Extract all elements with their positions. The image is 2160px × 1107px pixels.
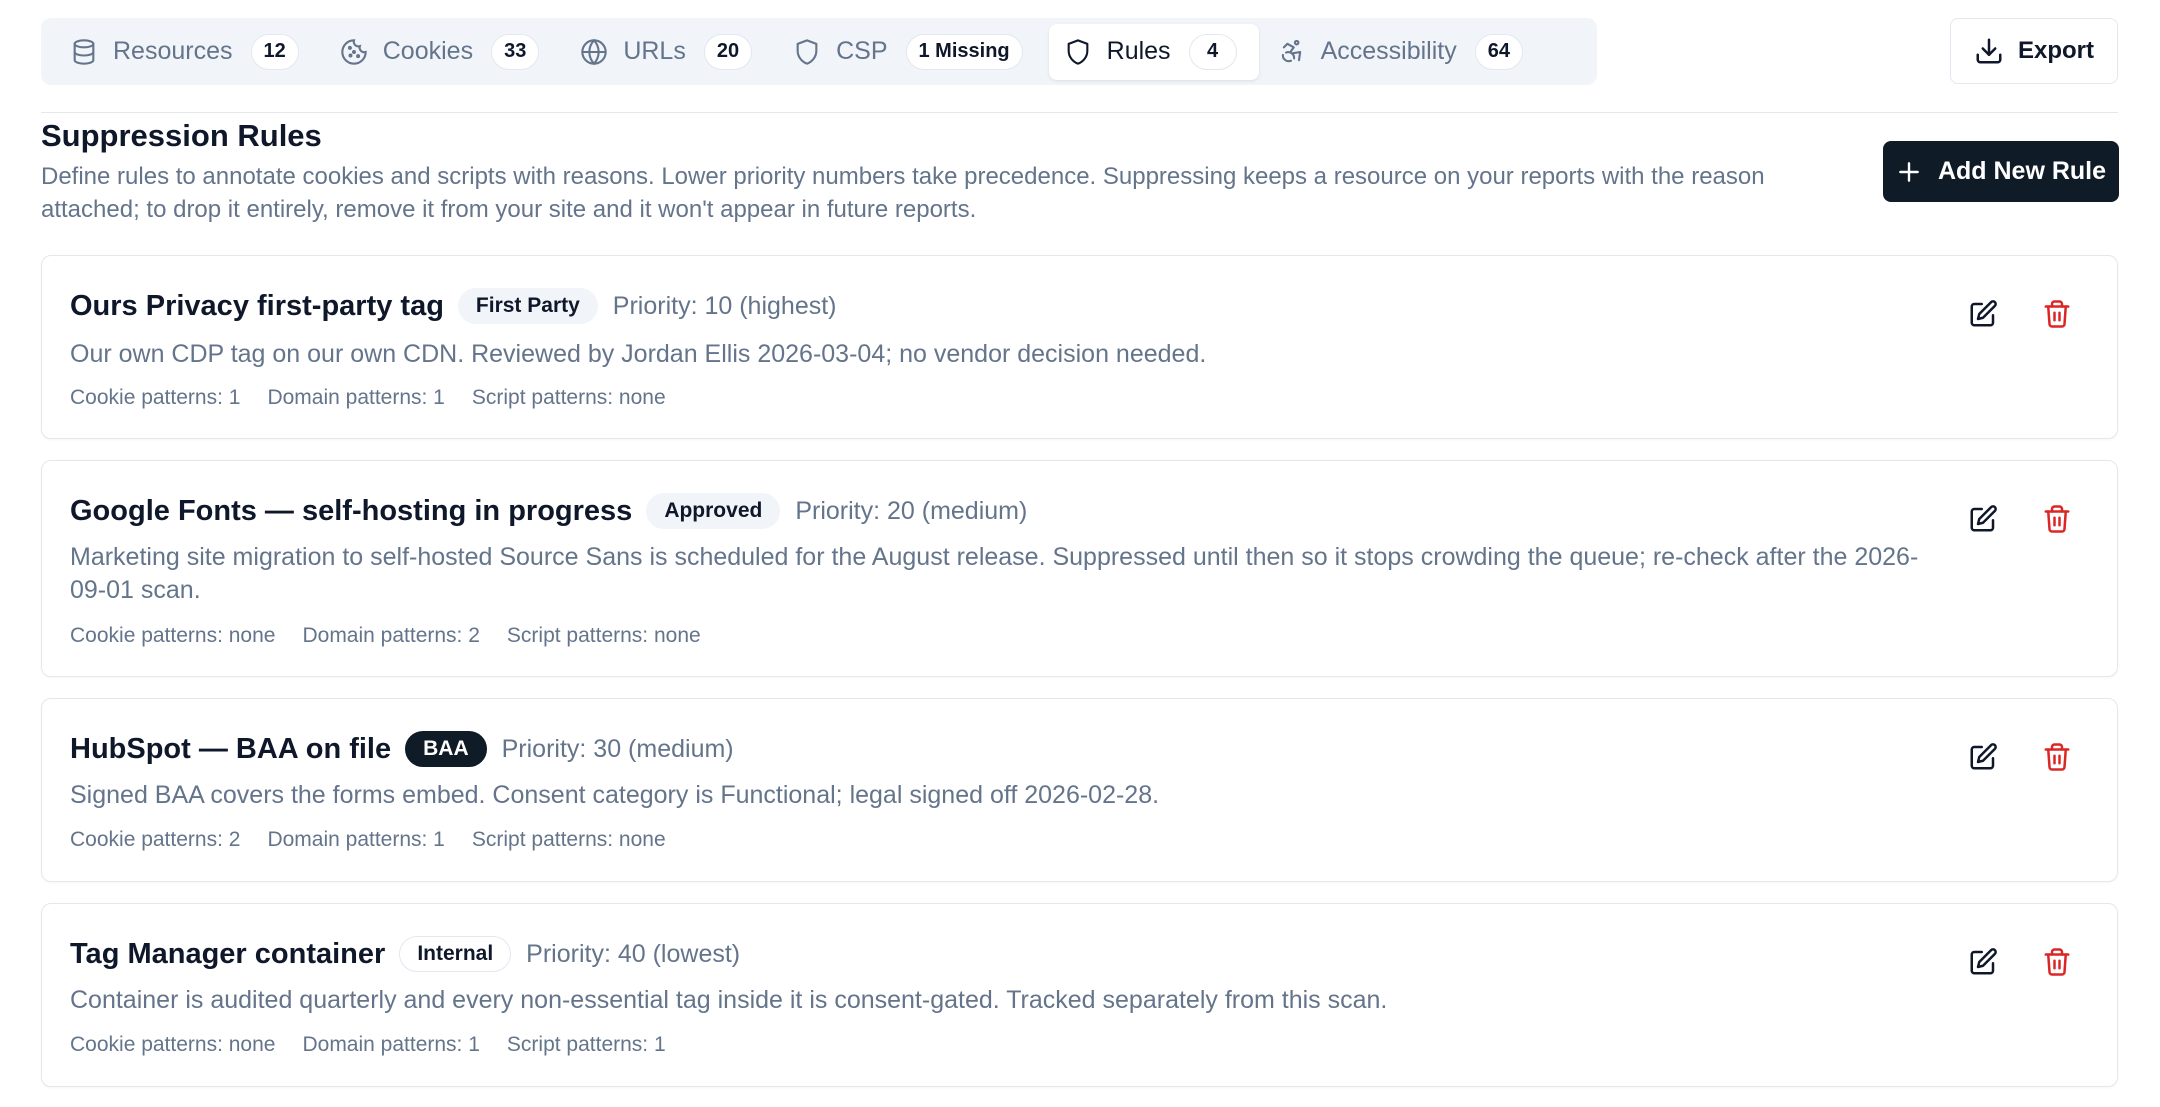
- domain-patterns: Domain patterns: 1: [302, 1033, 480, 1056]
- rule-card: Ours Privacy first-party tag First Party…: [41, 255, 2118, 439]
- add-rule-label: Add New Rule: [1937, 157, 2107, 185]
- edit-rule-button[interactable]: [1965, 296, 2001, 332]
- domain-patterns: Domain patterns: 2: [302, 624, 480, 647]
- domain-patterns: Domain patterns: 1: [267, 386, 445, 409]
- tab-label: URLs: [623, 37, 686, 65]
- rule-pattern-counts: Cookie patterns: 2 Domain patterns: 1 Sc…: [70, 828, 693, 852]
- rule-badge: BAA: [405, 731, 487, 767]
- rule-header: Ours Privacy first-party tag First Party…: [70, 284, 837, 328]
- rule-title: Ours Privacy first-party tag: [70, 289, 444, 322]
- rule-badge: Internal: [399, 936, 512, 972]
- accessibility-icon: [1277, 37, 1307, 67]
- rule-priority: Priority: 30 (medium): [501, 734, 734, 763]
- rule-description: Container is audited quarterly and every…: [70, 986, 1388, 1014]
- edit-icon: [1970, 300, 1997, 327]
- edit-rule-button[interactable]: [1965, 739, 2001, 775]
- rule-badge: First Party: [457, 288, 598, 324]
- globe-icon: [579, 37, 609, 67]
- rule-title: HubSpot — BAA on file: [70, 732, 392, 765]
- rule-description: Marketing site migration to self-hosted …: [70, 543, 1919, 604]
- tab-count-badge: 20: [703, 33, 753, 70]
- tab-count-badge: 1 Missing: [905, 33, 1023, 70]
- trash-icon: [2044, 948, 2070, 976]
- domain-patterns: Domain patterns: 1: [267, 828, 445, 851]
- tab-rules[interactable]: Rules 4: [1048, 23, 1259, 80]
- tab-label: Rules: [1106, 37, 1171, 65]
- tab-count-badge: 33: [491, 33, 540, 70]
- edit-icon: [1970, 948, 1997, 975]
- delete-rule-button[interactable]: [2039, 296, 2075, 332]
- cookie-patterns: Cookie patterns: none: [70, 1033, 276, 1056]
- rule-priority: Priority: 10 (highest): [612, 291, 837, 320]
- edit-icon: [1970, 505, 1997, 532]
- rule-description: Signed BAA covers the forms embed. Conse…: [70, 781, 1160, 809]
- rule-header: Google Fonts — self-hosting in progress …: [70, 489, 1027, 533]
- cookie-patterns: Cookie patterns: 2: [70, 828, 241, 851]
- rule-priority: Priority: 40 (lowest): [526, 939, 741, 968]
- rule-card: Google Fonts — self-hosting in progress …: [41, 460, 2118, 677]
- export-label: Export: [2017, 37, 2094, 64]
- rule-header: HubSpot — BAA on file BAA Priority: 30 (…: [70, 727, 734, 771]
- tab-urls[interactable]: URLs 20: [565, 24, 774, 80]
- database-icon: [69, 37, 99, 67]
- cookie-patterns: Cookie patterns: 1: [70, 386, 241, 409]
- delete-rule-button[interactable]: [2039, 501, 2075, 537]
- script-patterns: Script patterns: none: [506, 624, 701, 647]
- delete-rule-button[interactable]: [2039, 739, 2075, 775]
- rule-header: Tag Manager container Internal Priority:…: [70, 932, 740, 976]
- tab-csp[interactable]: CSP 1 Missing: [778, 24, 1045, 80]
- divider: [41, 112, 2118, 113]
- tab-bar: Resources 12 Cookies 33 URLs 20 CSP 1 Mi…: [41, 18, 1597, 85]
- rule-title: Tag Manager container: [70, 937, 386, 970]
- rule-priority: Priority: 20 (medium): [795, 496, 1028, 525]
- rule-pattern-counts: Cookie patterns: none Domain patterns: 1…: [70, 1033, 693, 1057]
- tab-label: Resources: [113, 37, 233, 65]
- trash-icon: [2044, 505, 2070, 533]
- download-icon: [1976, 38, 2002, 64]
- cookie-patterns: Cookie patterns: none: [70, 624, 276, 647]
- page-subtitle: Define rules to annotate cookies and scr…: [41, 163, 1765, 223]
- rule-badge: Approved: [646, 493, 781, 529]
- script-patterns: Script patterns: 1: [506, 1033, 666, 1056]
- tab-count-badge: 12: [250, 33, 299, 70]
- script-patterns: Script patterns: none: [471, 828, 666, 851]
- page-title: Suppression Rules: [41, 118, 322, 153]
- plus-icon: [1899, 161, 1919, 182]
- tab-label: Accessibility: [1320, 37, 1457, 65]
- export-button[interactable]: Export: [1950, 18, 2118, 84]
- tab-count-badge: 64: [1474, 33, 1523, 70]
- tab-cookies[interactable]: Cookies 33: [325, 24, 562, 80]
- trash-icon: [2044, 300, 2070, 328]
- edit-icon: [1970, 743, 1997, 770]
- add-new-rule-button[interactable]: Add New Rule: [1883, 141, 2119, 202]
- script-patterns: Script patterns: none: [471, 386, 666, 409]
- edit-rule-button[interactable]: [1965, 501, 2001, 537]
- tab-count-badge: 4: [1188, 33, 1237, 70]
- rule-pattern-counts: Cookie patterns: 1 Domain patterns: 1 Sc…: [70, 386, 693, 410]
- rule-title: Google Fonts — self-hosting in progress: [70, 494, 633, 527]
- rule-card: Tag Manager container Internal Priority:…: [41, 903, 2118, 1087]
- delete-rule-button[interactable]: [2039, 944, 2075, 980]
- top-bar: Resources 12 Cookies 33 URLs 20 CSP 1 Mi…: [0, 0, 2160, 112]
- trash-icon: [2044, 743, 2070, 771]
- rule-card: HubSpot — BAA on file BAA Priority: 30 (…: [41, 698, 2118, 882]
- edit-rule-button[interactable]: [1965, 944, 2001, 980]
- rule-description: Our own CDP tag on our own CDN. Reviewed…: [70, 340, 1207, 368]
- shield-icon: [792, 37, 822, 67]
- rule-pattern-counts: Cookie patterns: none Domain patterns: 2…: [70, 624, 728, 648]
- tab-resources[interactable]: Resources 12: [55, 24, 321, 80]
- cookie-icon: [339, 37, 369, 67]
- tab-accessibility[interactable]: Accessibility 64: [1263, 24, 1545, 80]
- tab-label: Cookies: [382, 37, 474, 65]
- shield-icon: [1063, 37, 1093, 67]
- tab-label: CSP: [836, 37, 888, 65]
